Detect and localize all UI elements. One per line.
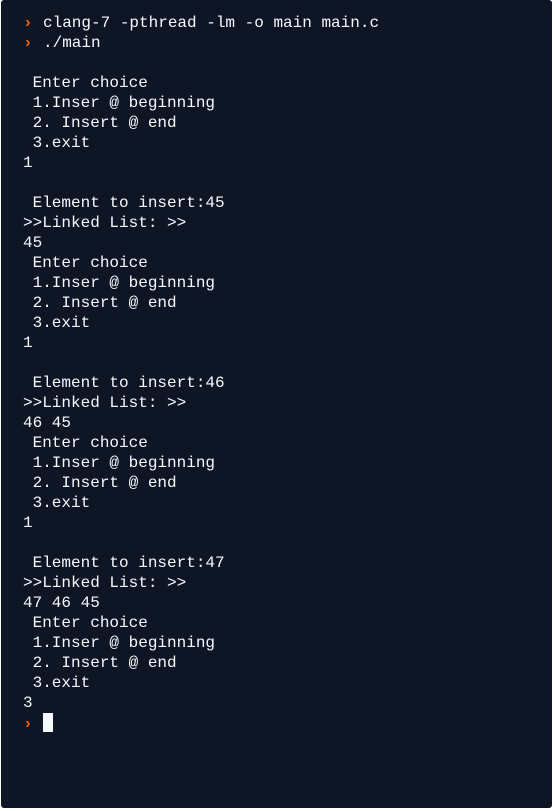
output-line: 1.Inser @ beginning	[23, 454, 216, 472]
output-line: 45	[23, 234, 43, 252]
output-line: Enter choice	[23, 434, 148, 452]
output-line: 2. Insert @ end	[23, 474, 177, 492]
output-line: Element to insert:45	[23, 194, 225, 212]
output-line: 2. Insert @ end	[23, 294, 177, 312]
output-line: Element to insert:47	[23, 554, 225, 572]
output-line: 1	[23, 514, 33, 532]
output-line: 3	[23, 694, 33, 712]
output-line: >>Linked List: >>	[23, 214, 187, 232]
output-line: Enter choice	[23, 614, 148, 632]
output-line: >>Linked List: >>	[23, 394, 187, 412]
output-line: 1	[23, 154, 33, 172]
output-line: 3.exit	[23, 674, 91, 692]
output-line: 3.exit	[23, 494, 91, 512]
chevron-right-icon: ›	[23, 715, 33, 733]
output-line: >>Linked List: >>	[23, 574, 187, 592]
terminal-console[interactable]: › clang-7 -pthread -lm -o main main.c › ./m…	[1, 0, 552, 808]
output-line: 1.Inser @ beginning	[23, 94, 216, 112]
chevron-right-icon: ›	[23, 34, 33, 52]
output-line: 2. Insert @ end	[23, 654, 177, 672]
command-line: › clang-7 -pthread -lm -o main main.c	[23, 13, 552, 33]
output-line: 1	[23, 334, 33, 352]
output-line: 2. Insert @ end	[23, 114, 177, 132]
output-line: Element to insert:46	[23, 374, 225, 392]
command-text: clang-7 -pthread -lm -o main main.c	[43, 14, 380, 32]
output-line: 3.exit	[23, 134, 91, 152]
output-line: 47 46 45	[23, 594, 100, 612]
output-line: 1.Inser @ beginning	[23, 634, 216, 652]
command-text: ./main	[43, 34, 101, 52]
output-line: 46 45	[23, 414, 72, 432]
output-line: 3.exit	[23, 314, 91, 332]
output-line: Enter choice	[23, 74, 148, 92]
output-line: Enter choice	[23, 254, 148, 272]
input-prompt-line: ›	[23, 713, 552, 733]
text-cursor[interactable]	[43, 713, 53, 732]
command-line: › ./main	[23, 33, 552, 53]
chevron-right-icon: ›	[23, 14, 33, 32]
output-line: 1.Inser @ beginning	[23, 274, 216, 292]
